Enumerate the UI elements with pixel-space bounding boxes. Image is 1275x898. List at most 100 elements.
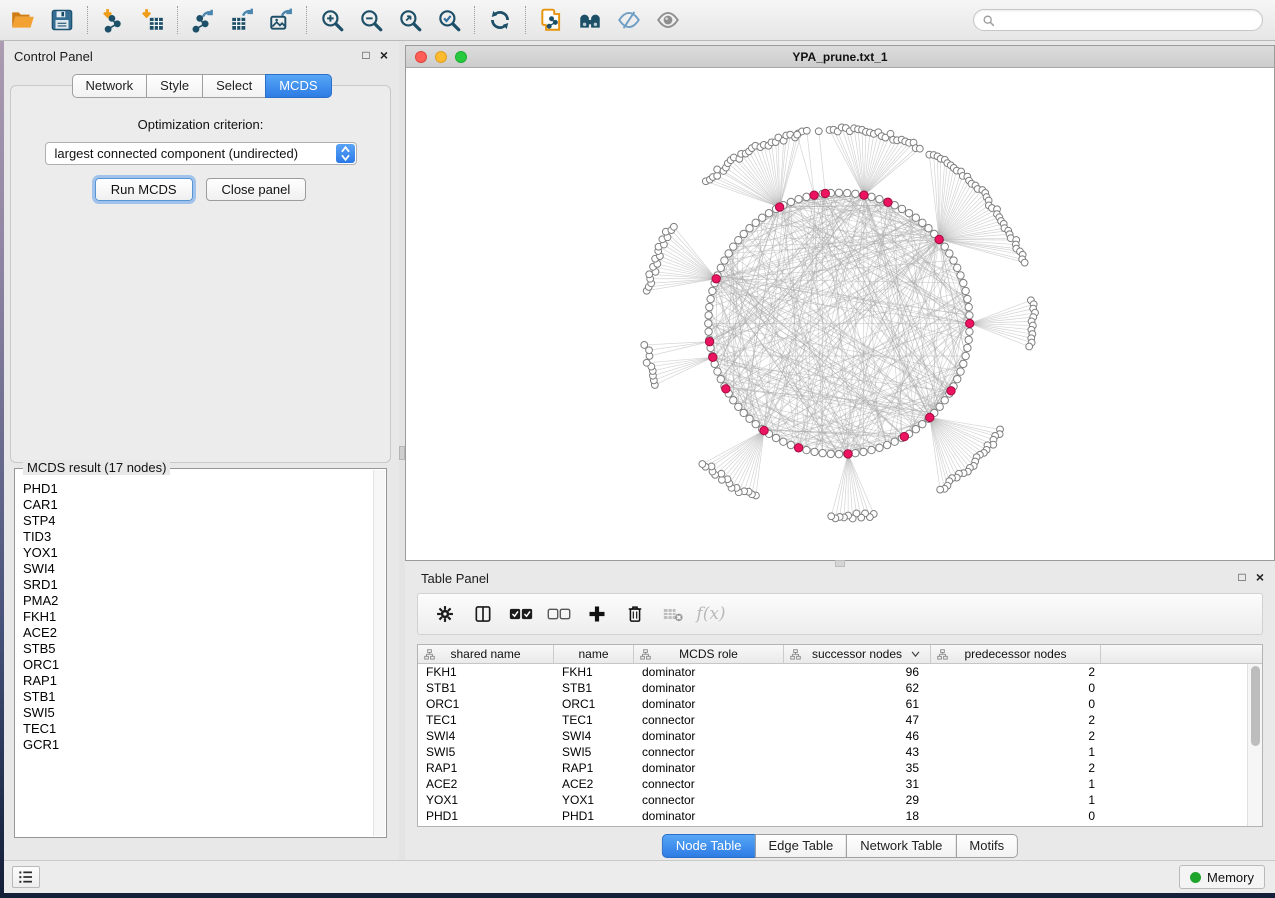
mcds-result-item[interactable]: PHD1 [23, 481, 373, 497]
table-cell: 62 [784, 680, 931, 696]
hide-selected-icon[interactable] [614, 5, 644, 35]
table-cell: 1 [931, 744, 1101, 760]
table-settings-gear-icon[interactable] [432, 601, 458, 627]
zoom-fit-selected-icon[interactable] [434, 5, 464, 35]
select-all-columns-icon[interactable] [508, 601, 534, 627]
table-cell: ACE2 [418, 776, 554, 792]
table-row[interactable]: TEC1TEC1connector472 [418, 712, 1247, 728]
table-cell: dominator [634, 664, 784, 680]
mcds-result-item[interactable]: FKH1 [23, 609, 373, 625]
mcds-result-item[interactable]: PMA2 [23, 593, 373, 609]
mcds-result-item[interactable]: TEC1 [23, 721, 373, 737]
show-column-panel-icon[interactable] [470, 601, 496, 627]
mcds-result-item[interactable]: CAR1 [23, 497, 373, 513]
table-cell: 43 [784, 744, 931, 760]
mcds-result-list[interactable]: PHD1CAR1STP4TID3YOX1SWI4SRD1PMA2FKH1ACE2… [15, 477, 373, 836]
tab-network[interactable]: Network [71, 74, 147, 98]
network-graph[interactable] [406, 68, 1274, 560]
mcds-result-item[interactable]: TID3 [23, 529, 373, 545]
tab-select[interactable]: Select [202, 74, 266, 98]
global-search[interactable] [973, 9, 1263, 31]
open-session-icon[interactable] [8, 5, 38, 35]
tab-mcds[interactable]: MCDS [265, 74, 331, 98]
memory-button[interactable]: Memory [1179, 865, 1265, 889]
export-table-icon[interactable] [227, 5, 257, 35]
table-row[interactable]: YOX1YOX1connector291 [418, 792, 1247, 808]
table-cell: 2 [931, 728, 1101, 744]
task-history-button[interactable] [12, 866, 40, 888]
control-panel: Control Panel □ × Network Style Select M… [4, 41, 399, 860]
mcds-result-item[interactable]: ACE2 [23, 625, 373, 641]
tab-motifs[interactable]: Motifs [955, 834, 1018, 858]
column-header-name[interactable]: name [554, 645, 634, 663]
zoom-in-icon[interactable] [317, 5, 347, 35]
close-panel-button[interactable]: Close panel [206, 178, 307, 201]
result-list-scrollbar[interactable] [373, 470, 385, 836]
export-network-icon[interactable] [188, 5, 218, 35]
import-network-icon[interactable] [98, 5, 128, 35]
zoom-fit-content-icon[interactable] [395, 5, 425, 35]
tab-style[interactable]: Style [146, 74, 203, 98]
tab-network-table[interactable]: Network Table [846, 834, 956, 858]
clone-network-icon[interactable] [536, 5, 566, 35]
memory-label: Memory [1207, 870, 1254, 885]
table-row[interactable]: STB1STB1dominator620 [418, 680, 1247, 696]
delete-column-trash-icon[interactable] [622, 601, 648, 627]
float-window-icon[interactable]: □ [359, 48, 373, 62]
mcds-result-item[interactable]: GCR1 [23, 737, 373, 753]
network-canvas[interactable] [406, 68, 1274, 560]
table-row[interactable]: RAP1RAP1dominator352 [418, 760, 1247, 776]
column-header-predecessor-nodes[interactable]: predecessor nodes [931, 645, 1101, 663]
table-row[interactable]: SWI4SWI4dominator462 [418, 728, 1247, 744]
first-neighbors-icon[interactable] [575, 5, 605, 35]
table-scrollbar[interactable] [1247, 664, 1262, 826]
float-window-icon[interactable]: □ [1235, 570, 1249, 584]
mcds-result-item[interactable]: SWI4 [23, 561, 373, 577]
refresh-view-icon[interactable] [485, 5, 515, 35]
run-mcds-button[interactable]: Run MCDS [95, 178, 193, 201]
control-panel-tabs: Network Style Select MCDS [71, 74, 331, 98]
tab-node-table[interactable]: Node Table [662, 834, 756, 858]
mcds-result-item[interactable]: SWI5 [23, 705, 373, 721]
table-row[interactable]: ACE2ACE2connector311 [418, 776, 1247, 792]
table-cell: connector [634, 744, 784, 760]
table-row[interactable]: FKH1FKH1dominator962 [418, 664, 1247, 680]
column-header-shared-name[interactable]: shared name [418, 645, 554, 663]
close-panel-icon[interactable]: × [377, 48, 391, 62]
table-cell: 0 [931, 680, 1101, 696]
scrollbar-thumb[interactable] [1251, 666, 1260, 746]
create-column-plus-icon[interactable] [584, 601, 610, 627]
show-all-icon[interactable] [653, 5, 683, 35]
tab-edge-table[interactable]: Edge Table [754, 834, 847, 858]
mcds-result-item[interactable]: ORC1 [23, 657, 373, 673]
mcds-result-item[interactable]: YOX1 [23, 545, 373, 561]
column-header-successor-nodes[interactable]: successor nodes [784, 645, 931, 663]
close-panel-icon[interactable]: × [1253, 570, 1267, 584]
zoom-out-icon[interactable] [356, 5, 386, 35]
mcds-result-item[interactable]: STB1 [23, 689, 373, 705]
toolbar-separator [87, 6, 88, 34]
mcds-result-item[interactable]: STP4 [23, 513, 373, 529]
table-row[interactable]: SWI5SWI5connector431 [418, 744, 1247, 760]
table-cell: 2 [931, 664, 1101, 680]
mcds-result-item[interactable]: STB5 [23, 641, 373, 657]
mcds-result-item[interactable]: RAP1 [23, 673, 373, 689]
search-input[interactable] [1000, 13, 1254, 27]
optimization-criterion-select[interactable]: largest connected component (undirected) [45, 142, 357, 165]
table-row[interactable]: PHD1PHD1dominator180 [418, 808, 1247, 824]
import-table-icon[interactable] [137, 5, 167, 35]
column-header-mcds-role[interactable]: MCDS role [634, 645, 784, 663]
table-cell: 1 [931, 776, 1101, 792]
table-panel-header: Table Panel □ × [405, 563, 1275, 589]
table-cell: SWI5 [418, 744, 554, 760]
table-cell: dominator [634, 696, 784, 712]
table-body[interactable]: FKH1FKH1dominator962STB1STB1dominator620… [418, 664, 1247, 826]
table-cell: ACE2 [554, 776, 634, 792]
save-session-icon[interactable] [47, 5, 77, 35]
table-cell: 0 [931, 808, 1101, 824]
mcds-result-item[interactable]: SRD1 [23, 577, 373, 593]
table-row[interactable]: ORC1ORC1dominator610 [418, 696, 1247, 712]
export-image-icon[interactable] [266, 5, 296, 35]
table-cell: ORC1 [418, 696, 554, 712]
deselect-all-columns-icon[interactable] [546, 601, 572, 627]
